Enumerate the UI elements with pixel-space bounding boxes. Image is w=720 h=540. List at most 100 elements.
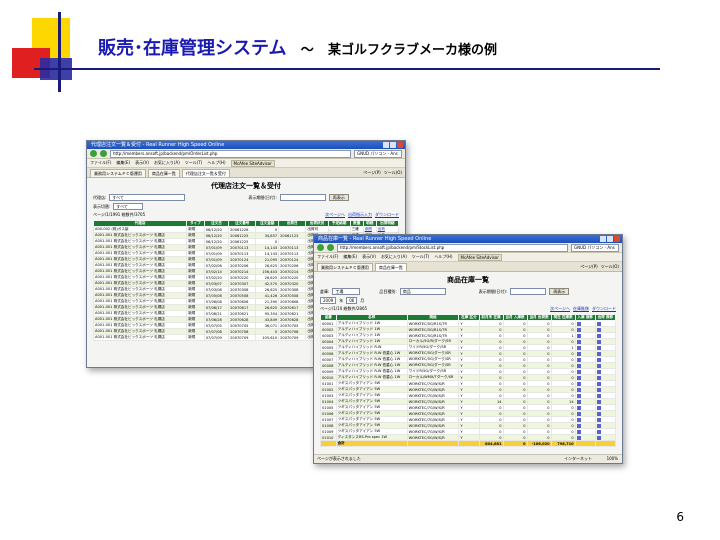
tab-system[interactable]: 業務用システムＰＣ版運用	[90, 169, 146, 177]
window-titlebar[interactable]: 商品在庫一覧 - Real Runner High Speed Online	[314, 235, 622, 243]
column-header[interactable]: 入庫 推移	[574, 314, 596, 321]
menu-help[interactable]: ヘルプ(H)	[207, 160, 225, 166]
chart-icon[interactable]	[596, 417, 601, 422]
menu-view[interactable]: 表示(V)	[362, 254, 376, 260]
search-input[interactable]: GNUD パソコン - Ans	[571, 243, 619, 252]
chart-icon[interactable]	[596, 423, 601, 428]
download-link[interactable]: ダウンロード	[592, 306, 616, 312]
chart-icon[interactable]	[596, 387, 601, 392]
chart-icon[interactable]	[576, 387, 581, 392]
year-select[interactable]: 2009	[320, 297, 337, 304]
chart-icon[interactable]	[596, 399, 601, 404]
chart-icon[interactable]	[596, 327, 601, 332]
forward-icon[interactable]	[100, 150, 107, 157]
chart-icon[interactable]	[596, 363, 601, 368]
menu-file[interactable]: ファイル(F)	[317, 254, 338, 260]
chart-icon[interactable]	[596, 393, 601, 398]
column-header[interactable]: 在庫 区分	[458, 314, 480, 321]
maximize-icon[interactable]	[607, 236, 613, 242]
chart-icon[interactable]	[576, 411, 581, 416]
chart-icon[interactable]	[576, 429, 581, 434]
chart-icon[interactable]	[596, 333, 601, 338]
forward-icon[interactable]	[327, 244, 334, 251]
page-menu[interactable]: ページ(P)	[363, 170, 380, 176]
chart-icon[interactable]	[576, 369, 581, 374]
chart-icon[interactable]	[596, 351, 601, 356]
display-select[interactable]: すべて	[113, 203, 144, 210]
column-header[interactable]: 当月 入庫数	[502, 314, 528, 321]
date-input[interactable]	[279, 194, 326, 201]
reload-button[interactable]: 再表示	[549, 288, 570, 295]
chart-icon[interactable]	[576, 399, 581, 404]
minimize-icon[interactable]	[600, 236, 606, 242]
chart-icon[interactable]	[576, 417, 581, 422]
next-page-link[interactable]: 次ページへ	[550, 306, 570, 312]
chart-icon[interactable]	[576, 333, 581, 338]
menu-favorites[interactable]: お気に入り(A)	[154, 160, 180, 166]
chart-icon[interactable]	[596, 375, 601, 380]
maximize-icon[interactable]	[390, 142, 396, 148]
back-icon[interactable]	[317, 244, 324, 251]
tab-order-list[interactable]: 代理店注文一覧＆受付	[181, 169, 230, 177]
chart-icon[interactable]	[576, 351, 581, 356]
page-menu[interactable]: ページ(P)	[580, 264, 597, 270]
tools-menu[interactable]: ツール(O)	[384, 170, 402, 176]
chart-icon[interactable]	[576, 435, 581, 440]
menu-favorites[interactable]: お気に入り(A)	[381, 254, 407, 260]
chart-icon[interactable]	[596, 411, 601, 416]
menu-view[interactable]: 表示(V)	[135, 160, 149, 166]
menu-tools[interactable]: ツール(T)	[412, 254, 430, 260]
mcafee-button[interactable]: McAfee SiteAdvisor	[230, 159, 275, 167]
window-titlebar[interactable]: 代理店注文一覧＆受付 - Real Runner High Speed Onli…	[87, 141, 405, 149]
mcafee-button[interactable]: McAfee SiteAdvisor	[457, 253, 502, 261]
chart-icon[interactable]	[576, 363, 581, 368]
chart-icon[interactable]	[576, 357, 581, 362]
chart-icon[interactable]	[596, 369, 601, 374]
tab-stock-list[interactable]: 商品在庫一覧	[147, 169, 180, 177]
chart-icon[interactable]	[576, 405, 581, 410]
chart-icon[interactable]	[596, 381, 601, 386]
download-link[interactable]: ダウンロード	[375, 212, 399, 218]
search-input[interactable]: GNUD パソコン - Ans	[354, 149, 402, 158]
chart-icon[interactable]	[576, 393, 581, 398]
close-icon[interactable]	[614, 236, 620, 242]
chart-icon[interactable]	[596, 339, 601, 344]
chart-icon[interactable]	[576, 345, 581, 350]
chart-icon[interactable]	[576, 327, 581, 332]
column-header[interactable]: 当月 出荷数	[526, 314, 552, 321]
chart-icon[interactable]	[596, 429, 601, 434]
agency-select[interactable]: すべて	[109, 194, 186, 201]
chart-icon[interactable]	[596, 435, 601, 440]
chart-icon[interactable]	[596, 345, 601, 350]
menu-help[interactable]: ヘルプ(H)	[434, 254, 452, 260]
ship-entry-link[interactable]: 出荷指示入力	[348, 212, 372, 218]
month-select[interactable]: 06	[346, 297, 358, 304]
menu-tools[interactable]: ツール(T)	[185, 160, 203, 166]
stock-trend-link[interactable]: 在庫推移	[573, 306, 589, 312]
url-input[interactable]: http://members.ansoft.jp/backend/pm/Orde…	[110, 149, 351, 158]
tab-system[interactable]: 業務用システムＰＣ版運用	[317, 263, 373, 271]
column-header[interactable]: 現在 在庫数	[550, 314, 576, 321]
chart-icon[interactable]	[596, 357, 601, 362]
date-input[interactable]	[510, 288, 547, 295]
warehouse-select[interactable]: 工場	[332, 288, 361, 295]
chart-icon[interactable]	[576, 321, 581, 326]
reload-button[interactable]: 再表示	[328, 194, 349, 201]
chart-icon[interactable]	[576, 375, 581, 380]
chart-icon[interactable]	[576, 339, 581, 344]
column-header[interactable]: 前月末 在庫	[478, 314, 504, 321]
zoom-level[interactable]: 100%	[607, 455, 618, 463]
menu-file[interactable]: ファイル(F)	[90, 160, 111, 166]
url-input[interactable]: http://members.ansoft.jp/backend/pm/Stoc…	[337, 243, 568, 252]
minimize-icon[interactable]	[383, 142, 389, 148]
chart-icon[interactable]	[576, 423, 581, 428]
back-icon[interactable]	[90, 150, 97, 157]
menu-edit[interactable]: 編集(E)	[116, 160, 130, 166]
column-header[interactable]: 出荷 推移	[594, 314, 617, 321]
tools-menu[interactable]: ツール(O)	[601, 264, 619, 270]
menu-edit[interactable]: 編集(E)	[343, 254, 357, 260]
next-page-link[interactable]: 次ページへ	[325, 212, 345, 218]
chart-icon[interactable]	[596, 321, 601, 326]
close-icon[interactable]	[397, 142, 403, 148]
chart-icon[interactable]	[596, 405, 601, 410]
